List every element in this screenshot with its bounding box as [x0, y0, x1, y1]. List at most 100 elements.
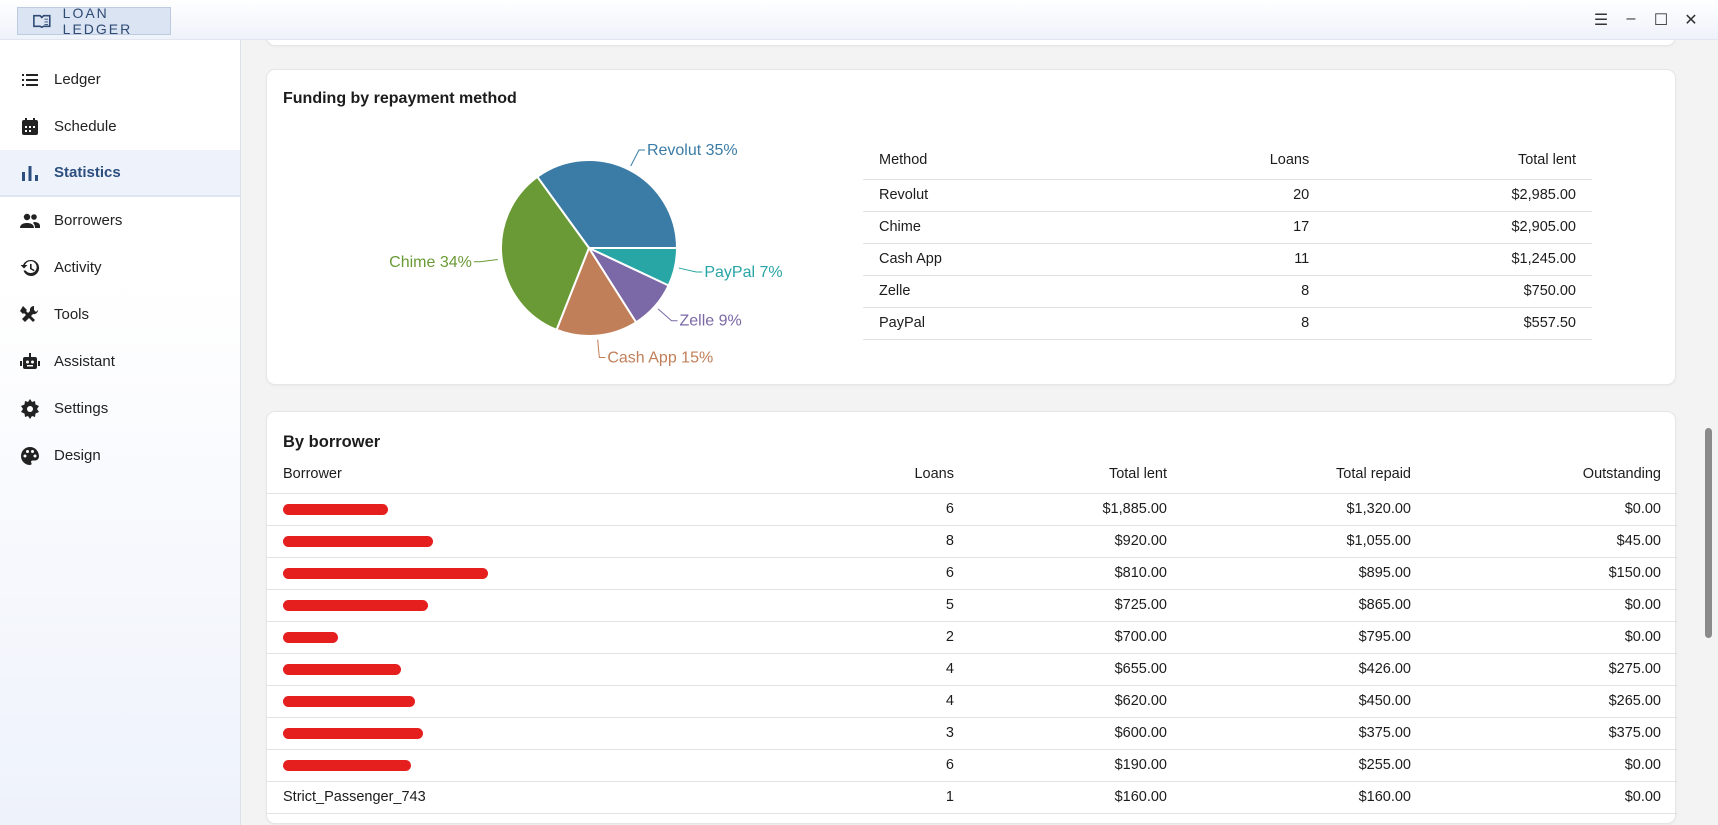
- table-cell: 4: [790, 653, 970, 686]
- borrower-name-cell: [267, 685, 790, 718]
- borrower-name-cell: [267, 589, 790, 622]
- table-cell: $0.00: [1427, 493, 1677, 526]
- table-cell: 17: [1125, 211, 1326, 244]
- table-cell: $160.00: [1183, 781, 1427, 814]
- sidebar-item-tools[interactable]: Tools: [0, 291, 240, 338]
- table-cell: 5: [790, 589, 970, 622]
- tools-icon: [20, 305, 39, 322]
- maximize-button[interactable]: ☐: [1646, 10, 1676, 30]
- table-row[interactable]: 5 $725.00 $865.00 $0.00: [267, 589, 1677, 622]
- list-icon: [22, 73, 38, 86]
- bar-chart-icon: [22, 165, 38, 181]
- table-cell: $450.00: [1183, 685, 1427, 718]
- pie-leader-line: [473, 259, 498, 263]
- redaction-mark: [283, 727, 423, 739]
- pie-label: Zelle 9%: [680, 313, 742, 330]
- table-row[interactable]: 4 $620.00 $450.00 $265.00: [267, 685, 1677, 718]
- table-cell: $865.00: [1183, 589, 1427, 622]
- main-content: Funding by repayment method Revolut 35% C…: [241, 40, 1718, 825]
- borrower-name-cell: [267, 493, 790, 526]
- table-row[interactable]: 6 $810.00 $895.00 $150.00: [267, 557, 1677, 590]
- sidebar-item-label: Ledger: [54, 71, 101, 88]
- table-cell: $160.00: [970, 781, 1183, 814]
- table-cell: $426.00: [1183, 653, 1427, 686]
- table-cell: 20: [1125, 179, 1326, 212]
- table-row[interactable]: 6 $1,885.00 $1,320.00 $0.00: [267, 493, 1677, 526]
- table-cell: $655.00: [970, 653, 1183, 686]
- redaction-mark: [283, 567, 488, 579]
- table-cell: $45.00: [1427, 525, 1677, 558]
- borrower-name-cell: [267, 621, 790, 654]
- sidebar-item-statistics[interactable]: Statistics: [0, 150, 240, 197]
- table-cell: $795.00: [1183, 621, 1427, 654]
- people-icon: [20, 213, 40, 228]
- table-cell: 8: [790, 525, 970, 558]
- redaction-mark: [283, 599, 428, 611]
- sidebar-item-schedule[interactable]: Schedule: [0, 103, 240, 150]
- column-header: Loans: [790, 456, 970, 494]
- table-row[interactable]: 2 $700.00 $795.00 $0.00: [267, 621, 1677, 654]
- borrower-name-cell: Strict_Passenger_743: [267, 781, 790, 814]
- funding-card: Funding by repayment method Revolut 35% C…: [266, 69, 1676, 385]
- close-button[interactable]: ✕: [1676, 10, 1706, 30]
- table-cell: 8: [1125, 307, 1326, 340]
- table-row[interactable]: 6 $190.00 $255.00 $0.00: [267, 749, 1677, 782]
- table-cell: $557.50: [1325, 307, 1592, 340]
- sidebar-item-design[interactable]: Design: [0, 432, 240, 479]
- sidebar-item-settings[interactable]: Settings: [0, 385, 240, 432]
- redaction-mark: [283, 663, 401, 675]
- sidebar-item-label: Design: [54, 447, 101, 464]
- table-cell: $190.00: [970, 749, 1183, 782]
- table-header: Method Loans Total lent: [863, 142, 1592, 180]
- scrollbar[interactable]: [1705, 48, 1712, 818]
- robot-icon: [20, 352, 40, 369]
- table-row[interactable]: 3 $600.00 $375.00 $375.00: [267, 717, 1677, 750]
- borrower-name-cell: [267, 525, 790, 558]
- calendar-icon: [22, 117, 38, 135]
- table-cell: $725.00: [970, 589, 1183, 622]
- redaction-mark: [283, 535, 433, 547]
- sidebar-item-label: Assistant: [54, 353, 115, 370]
- table-cell: 6: [790, 493, 970, 526]
- sidebar-item-label: Activity: [54, 259, 102, 276]
- sidebar-item-borrowers[interactable]: Borrowers: [0, 197, 240, 244]
- table-row[interactable]: 8 $920.00 $1,055.00 $45.00: [267, 525, 1677, 558]
- sidebar: Ledger Schedule Statistics Borrowers Activit…: [0, 40, 241, 825]
- table-header: Borrower Loans Total lent Total repaid Outst…: [267, 456, 1677, 494]
- column-header: Outstanding: [1427, 456, 1677, 494]
- app-tab[interactable]: LOAN LEDGER: [17, 5, 171, 37]
- table-cell: 11: [1125, 243, 1326, 276]
- scrollbar-thumb[interactable]: [1705, 428, 1712, 638]
- table-row: Chime 17 $2,905.00: [863, 211, 1592, 244]
- table-cell: 8: [1125, 275, 1326, 308]
- borrower-name-cell: [267, 717, 790, 750]
- table-cell: 6: [790, 557, 970, 590]
- table-row[interactable]: 4 $655.00 $426.00 $275.00: [267, 653, 1677, 686]
- menu-icon[interactable]: ☰: [1586, 10, 1616, 30]
- table-cell: $600.00: [970, 717, 1183, 750]
- book-icon: [33, 14, 51, 29]
- redaction-mark: [283, 695, 415, 707]
- column-header: Total lent: [1325, 142, 1592, 180]
- table-row[interactable]: Strict_Passenger_743 1 $160.00 $160.00 $0.00: [267, 781, 1677, 814]
- sidebar-item-label: Statistics: [54, 164, 121, 181]
- pie-label: Cash App 15%: [607, 350, 713, 367]
- table-cell: $810.00: [970, 557, 1183, 590]
- pie-leader-line: [597, 339, 606, 359]
- borrower-table: Borrower Loans Total lent Total repaid Outst…: [267, 456, 1677, 814]
- pie-leader-line: [630, 149, 645, 167]
- table-cell: $1,885.00: [970, 493, 1183, 526]
- borrower-name-cell: [267, 749, 790, 782]
- borrower-name-cell: [267, 557, 790, 590]
- table-cell: 1: [790, 781, 970, 814]
- history-icon: [20, 259, 40, 276]
- sidebar-item-assistant[interactable]: Assistant: [0, 338, 240, 385]
- minimize-button[interactable]: –: [1616, 10, 1646, 30]
- sidebar-item-ledger[interactable]: Ledger: [0, 56, 240, 103]
- table-row: PayPal 8 $557.50: [863, 307, 1592, 340]
- table-cell: $895.00: [1183, 557, 1427, 590]
- table-cell: 3: [790, 717, 970, 750]
- sidebar-item-label: Schedule: [54, 118, 117, 135]
- sidebar-item-activity[interactable]: Activity: [0, 244, 240, 291]
- pie-label: Chime 34%: [389, 254, 472, 271]
